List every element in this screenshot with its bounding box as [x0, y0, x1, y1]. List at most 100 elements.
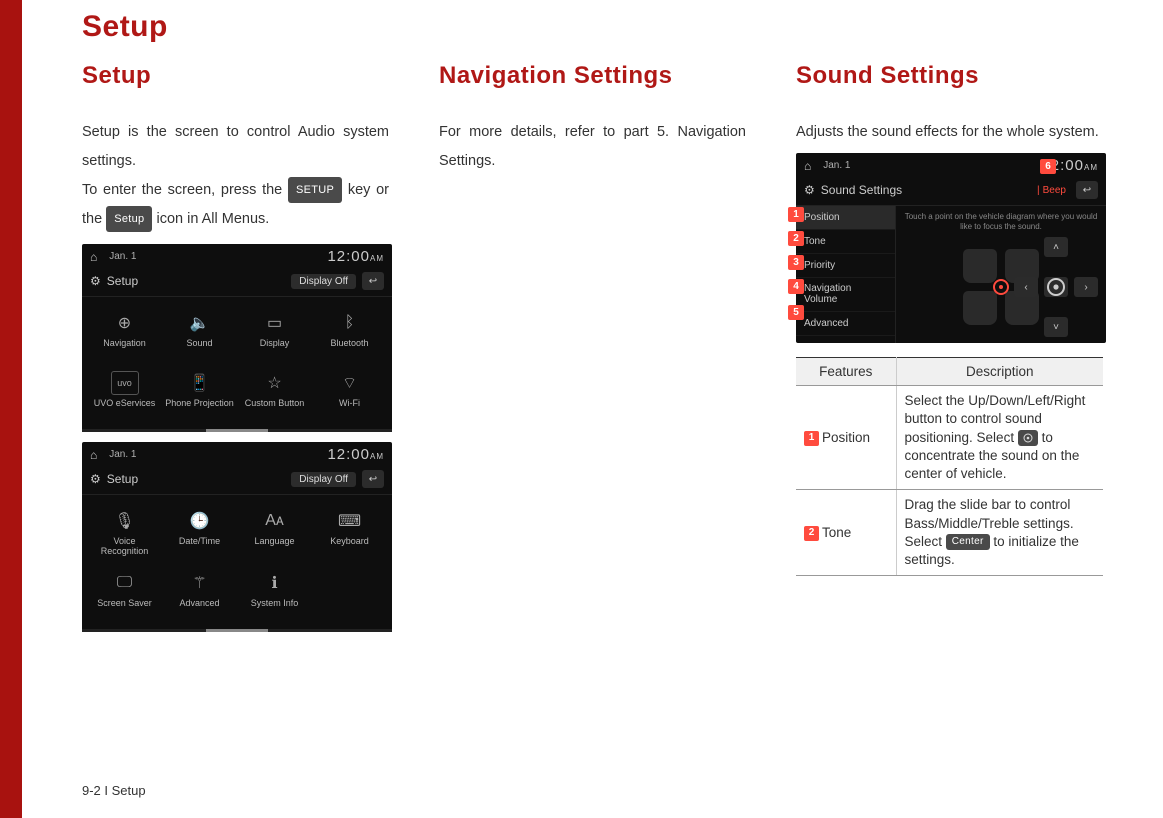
col-navigation: Navigation Settings For more details, re… [439, 62, 746, 636]
sound-item-position[interactable]: Position [796, 206, 895, 230]
feature-table: Features Description 1Position Select th… [796, 357, 1103, 576]
cell-display[interactable]: ▭Display [238, 305, 311, 363]
callout-inline-2: 2 [804, 526, 819, 541]
arrow-up-button[interactable]: ˄ [1044, 237, 1068, 257]
back-button[interactable]: ↩ [362, 272, 384, 290]
cell-navigation[interactable]: ⊕Navigation [88, 305, 161, 363]
cell-uvo[interactable]: uvoUVO eServices [88, 365, 161, 423]
sub-bar: ⚙ Setup Display Off ↩ [82, 269, 392, 297]
arrow-right-button[interactable]: › [1074, 277, 1098, 297]
callout-inline-1: 1 [804, 431, 819, 446]
uvo-icon: uvo [111, 371, 139, 395]
wifi-icon: ⌔ [336, 371, 364, 395]
arrow-left-button[interactable]: ‹ [1014, 277, 1038, 297]
home-icon: ⌂ [90, 250, 97, 264]
subbar-title: Sound Settings [821, 183, 902, 197]
cell-sound[interactable]: 🔈Sound [163, 305, 236, 363]
col-sound: Sound Settings Adjusts the sound effects… [796, 62, 1103, 636]
info-icon: ℹ [261, 571, 289, 595]
cell-screensaver[interactable]: 🖵Screen Saver [88, 565, 161, 623]
compass-icon: ⊕ [111, 311, 139, 335]
language-icon: Aᴀ [261, 509, 289, 533]
cell-custom-button[interactable]: ☆Custom Button [238, 365, 311, 423]
setup-text: Setup is the screen to control Audio sys… [82, 118, 389, 234]
display-off-button[interactable]: Display Off [291, 274, 356, 289]
bluetooth-icon: ᛒ [336, 311, 364, 335]
desc-cell-tone: Drag the slide bar to control Bass/Middl… [896, 490, 1103, 576]
callout-1: 1 [788, 207, 804, 222]
cell-datetime[interactable]: 🕒Date/Time [163, 503, 236, 563]
status-bar: ⌂ Jan. 1 12:00AM [82, 244, 392, 269]
seat-front-left [963, 249, 997, 283]
sound-item-priority[interactable]: Priority [796, 254, 895, 278]
status-date: Jan. 1 [823, 160, 850, 171]
left-red-rail [0, 0, 22, 818]
setup-p2c: icon in All Menus. [152, 211, 269, 227]
columns: Setup Setup is the screen to control Aud… [82, 62, 1103, 636]
page-footer: 9-2 I Setup [82, 783, 146, 798]
display-icon: ▭ [261, 311, 289, 335]
status-time: 12:00AM [327, 248, 384, 265]
home-icon: ⌂ [804, 159, 811, 173]
page-title: Setup [82, 10, 1103, 44]
table-header-features: Features [796, 358, 896, 386]
back-icon: ↩ [1083, 185, 1091, 196]
setup-grid-1: ⊕Navigation 🔈Sound ▭Display ᛒBluetooth u… [82, 297, 392, 427]
cell-wifi[interactable]: ⌔Wi-Fi [313, 365, 386, 423]
callout-4: 4 [788, 279, 804, 294]
sub-bar: ⚙ Sound Settings |Beep ↩ [796, 178, 1106, 206]
setup-grid-2: 🎙Voice Recognition 🕒Date/Time AᴀLanguage… [82, 495, 392, 627]
section-title-nav: Navigation Settings [439, 62, 746, 90]
back-button[interactable]: ↩ [1076, 181, 1098, 199]
cell-advanced[interactable]: ⚚Advanced [163, 565, 236, 623]
sound-item-tone[interactable]: Tone [796, 230, 895, 254]
cell-language[interactable]: AᴀLanguage [238, 503, 311, 563]
content-area: Setup Setup Setup is the screen to contr… [22, 0, 1163, 818]
callout-2: 2 [788, 231, 804, 246]
seat-rear-left [963, 291, 997, 325]
display-off-button[interactable]: Display Off [291, 472, 356, 487]
center-chip: Center [946, 534, 990, 550]
mic-icon: 🎙 [111, 509, 139, 533]
beep-toggle[interactable]: |Beep [1037, 185, 1066, 196]
nav-text: For more details, refer to part 5. Navig… [439, 118, 746, 176]
seat-diagram[interactable]: ˄ ‹ › ˅ [904, 237, 1098, 337]
table-row: 1Position Select the Up/Down/Left/Right … [796, 386, 1103, 490]
cell-system-info[interactable]: ℹSystem Info [238, 565, 311, 623]
sound-item-nav-volume[interactable]: Navigation Volume [796, 278, 895, 312]
setup-p1: Setup is the screen to control Audio sys… [82, 124, 389, 169]
setup-icon-chip: Setup [106, 206, 152, 232]
screensaver-icon: 🖵 [111, 571, 139, 595]
back-icon: ↩ [369, 474, 377, 485]
table-row: 2Tone Drag the slide bar to control Bass… [796, 490, 1103, 576]
advanced-icon: ⚚ [186, 571, 214, 595]
cell-keyboard[interactable]: ⌨Keyboard [313, 503, 386, 563]
status-bar: ⌂ Jan. 1 12:00AM [796, 153, 1106, 178]
section-title-sound: Sound Settings [796, 62, 1103, 90]
sound-menu-list: Position Tone Priority Navigation Volume… [796, 206, 896, 343]
keyboard-icon: ⌨ [336, 509, 364, 533]
home-icon: ⌂ [90, 448, 97, 462]
status-bar: ⌂ Jan. 1 12:00AM [82, 442, 392, 467]
center-button[interactable] [1044, 277, 1068, 297]
cell-phone-projection[interactable]: 📱Phone Projection [163, 365, 236, 423]
page-root: Setup Setup Setup is the screen to contr… [0, 0, 1163, 818]
gear-icon: ⚙ [90, 472, 101, 486]
arrow-down-button[interactable]: ˅ [1044, 317, 1068, 337]
table-header-description: Description [896, 358, 1103, 386]
cell-bluetooth[interactable]: ᛒBluetooth [313, 305, 386, 363]
pager-indicator [82, 429, 392, 432]
speaker-icon: 🔈 [186, 311, 214, 335]
section-title-setup: Setup [82, 62, 389, 90]
callout-3: 3 [788, 255, 804, 270]
desc-cell-position: Select the Up/Down/Left/Right button to … [896, 386, 1103, 490]
subbar-title: Setup [107, 472, 138, 486]
screenshot-setup-2: ⌂ Jan. 1 12:00AM ⚙ Setup Display Off ↩ 🎙… [82, 442, 392, 632]
cell-voice[interactable]: 🎙Voice Recognition [88, 503, 161, 563]
star-icon: ☆ [261, 371, 289, 395]
status-date: Jan. 1 [109, 449, 136, 460]
back-button[interactable]: ↩ [362, 470, 384, 488]
sound-focus-target [993, 279, 1009, 295]
sound-item-advanced[interactable]: Advanced [796, 312, 895, 336]
sound-main-panel: Touch a point on the vehicle diagram whe… [896, 206, 1106, 343]
